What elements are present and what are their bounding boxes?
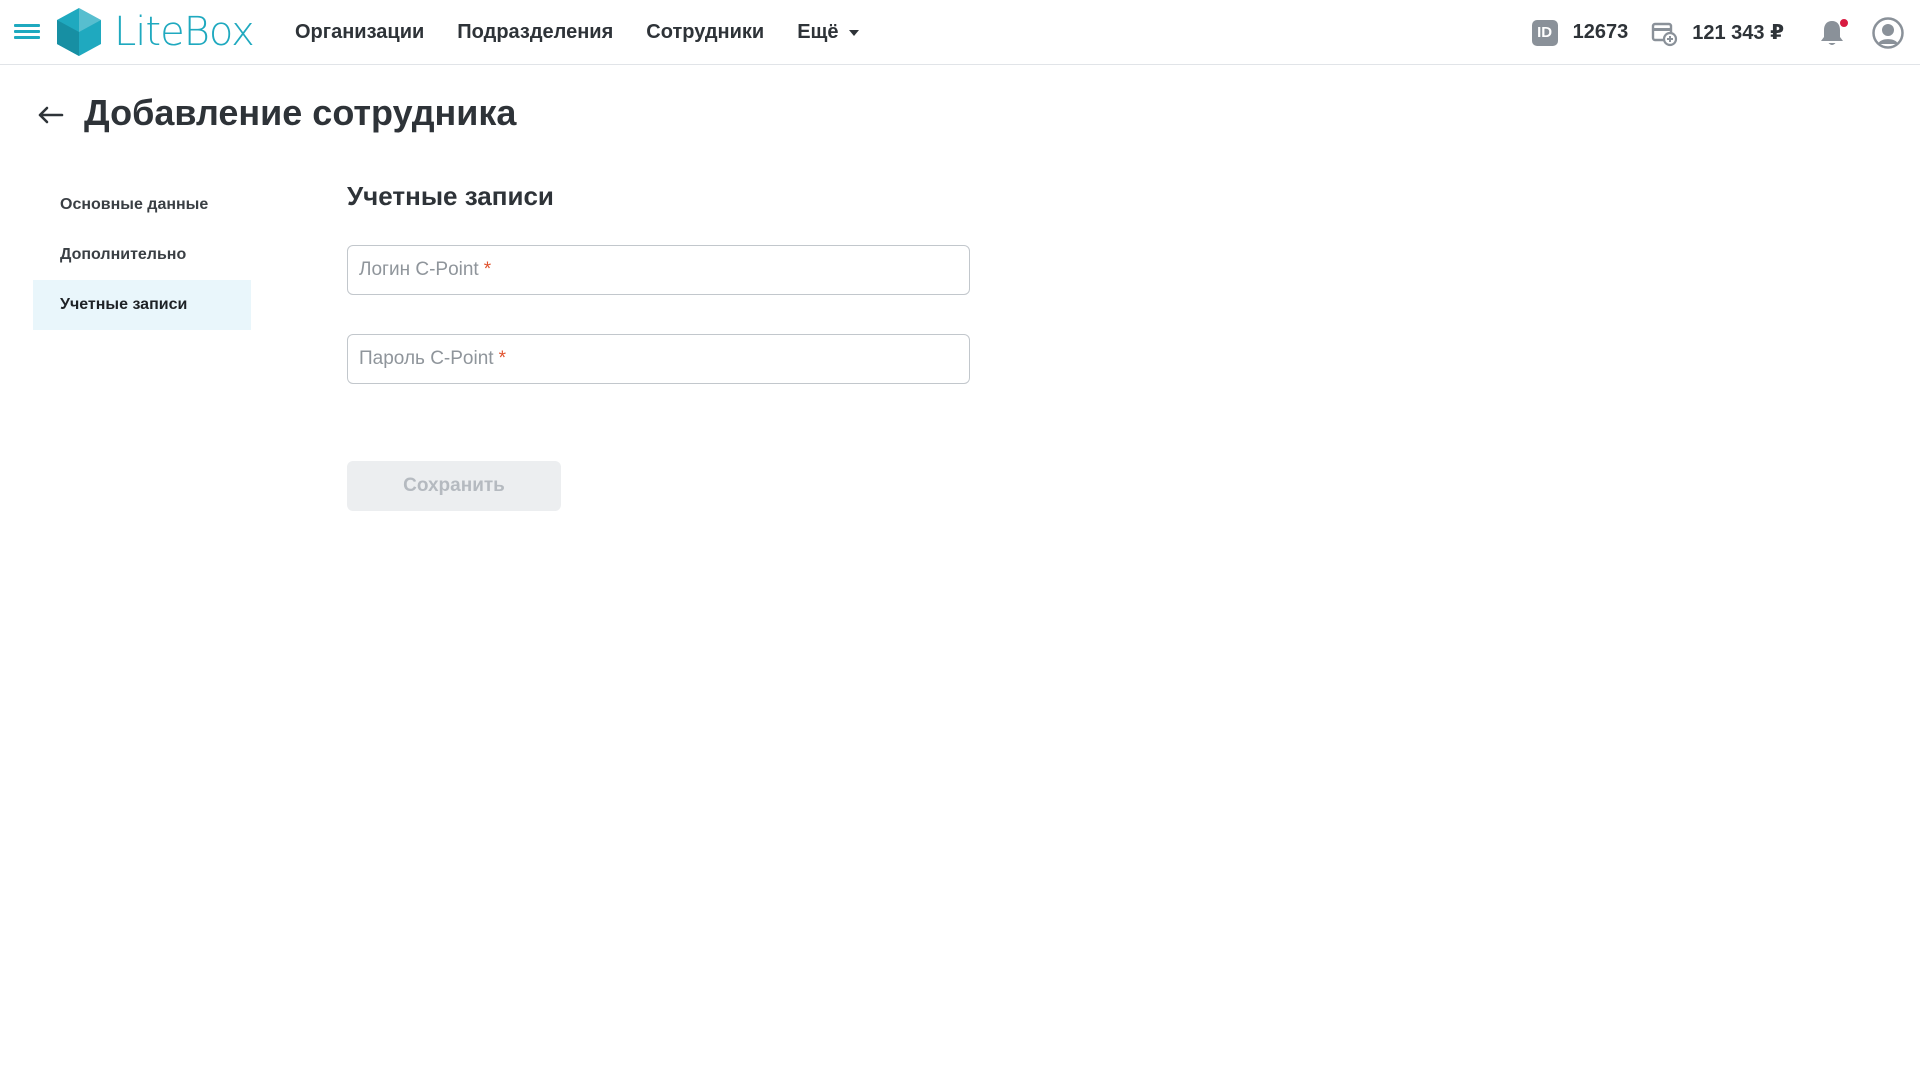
nav-label: Ещё bbox=[797, 21, 839, 43]
section-nav-label: Учетные записи bbox=[60, 296, 188, 313]
id-icon: ID bbox=[1531, 19, 1558, 46]
required-mark: * bbox=[483, 259, 492, 280]
nav-label: Организации bbox=[295, 21, 425, 43]
required-mark: * bbox=[498, 348, 506, 369]
top-bar: LiteBox Организации Подразделения Сотруд… bbox=[0, 0, 1920, 65]
nav-more-dropdown[interactable]: Ещё bbox=[797, 21, 859, 44]
brand-logo[interactable]: LiteBox bbox=[54, 6, 255, 58]
section-title: Учетные записи bbox=[347, 181, 554, 211]
balance: 121 343 ₽ bbox=[1692, 22, 1784, 44]
login-placeholder: Логин C-Point bbox=[359, 259, 479, 280]
section-nav-label: Дополнительно bbox=[60, 246, 187, 263]
account-id: 12673 bbox=[1572, 21, 1629, 43]
main-nav: Организации Подразделения Сотрудники Ещё bbox=[295, 0, 892, 65]
password-cpoint-input[interactable]: Пароль C-Point * bbox=[347, 334, 970, 384]
nav-label: Подразделения bbox=[457, 21, 614, 43]
nav-departments[interactable]: Подразделения bbox=[457, 21, 613, 44]
notification-dot bbox=[1839, 17, 1849, 28]
section-nav-label: Основные данные bbox=[60, 196, 209, 213]
section-nav-accounts[interactable]: Учетные записи bbox=[33, 280, 251, 330]
section-nav: Основные данные Дополнительно Учетные за… bbox=[33, 180, 251, 330]
login-cpoint-input[interactable]: Логин C-Point * bbox=[347, 245, 970, 295]
header-tools: ID 12673 121 343 ₽ bbox=[1531, 0, 1920, 65]
user-avatar-icon[interactable] bbox=[1872, 16, 1904, 49]
page-title: Добавление сотрудника bbox=[84, 92, 517, 133]
save-button[interactable]: Сохранить bbox=[347, 461, 561, 511]
password-placeholder: Пароль C-Point bbox=[359, 348, 494, 369]
nav-label: Сотрудники bbox=[646, 21, 765, 43]
section-nav-additional[interactable]: Дополнительно bbox=[33, 230, 251, 280]
section-nav-basic-data[interactable]: Основные данные bbox=[33, 180, 251, 230]
bell-icon[interactable] bbox=[1818, 17, 1849, 48]
menu-icon[interactable] bbox=[14, 24, 40, 42]
nav-employees[interactable]: Сотрудники bbox=[646, 21, 764, 44]
brand-name: LiteBox bbox=[114, 9, 255, 55]
back-arrow-icon[interactable] bbox=[36, 103, 64, 127]
wallet-icon[interactable] bbox=[1650, 19, 1678, 47]
litebox-logo-icon bbox=[57, 8, 101, 56]
nav-organizations[interactable]: Организации bbox=[295, 21, 424, 44]
caret-down-icon bbox=[848, 29, 859, 36]
